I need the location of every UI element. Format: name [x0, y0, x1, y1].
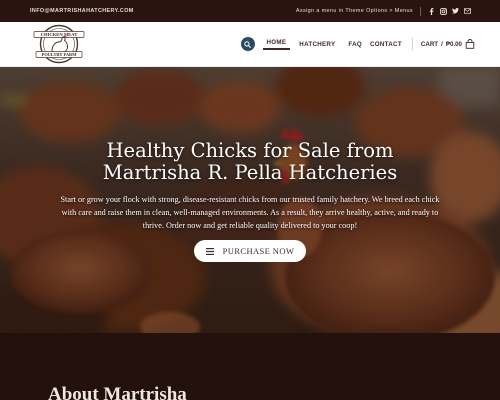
purchase-now-button[interactable]: PURCHASE NOW — [193, 240, 307, 262]
facebook-icon[interactable] — [428, 7, 435, 15]
search-icon — [244, 40, 251, 48]
menu-lines-icon — [205, 247, 214, 255]
top-bar-right: Assign a menu in Theme Options > Menus — [295, 6, 471, 16]
cart-separator: / — [441, 40, 443, 48]
cart-total: ₱0.00 — [445, 40, 462, 48]
top-bar: INFO@MARTRISHAHATCHERY.COM Assign a menu… — [0, 0, 500, 22]
logo-top-text: CHICKEN MEAT — [41, 32, 78, 37]
menu-notice: Assign a menu in Theme Options > Menus — [295, 8, 413, 14]
nav-faq[interactable]: FAQ — [344, 41, 366, 48]
nav-contact[interactable]: CONTACT — [366, 41, 406, 48]
cart-icon — [465, 39, 475, 49]
top-bar-divider — [420, 6, 421, 16]
chicken-meat-logo[interactable]: CHICKEN MEAT POULTRY FARM — [30, 24, 88, 64]
site-header: CHICKEN MEAT POULTRY FARM HOME HATCHERY … — [0, 22, 500, 67]
hero-section: Healthy Chicks for Sale from Martrisha R… — [0, 67, 500, 333]
hero-title: Healthy Chicks for Sale from Martrisha R… — [0, 140, 500, 184]
cart-label: CART — [420, 40, 439, 48]
hero-title-line-2: Martrisha R. Pella Hatcheries — [102, 161, 398, 184]
main-nav: HOME HATCHERY FAQ CONTACT CART / ₱0.00 — [240, 22, 475, 66]
instagram-icon[interactable] — [440, 7, 447, 15]
hero-title-line-1: Healthy Chicks for Sale from — [106, 139, 394, 162]
about-section: About Martrisha — [0, 333, 500, 400]
hero-content: Healthy Chicks for Sale from Martrisha R… — [0, 140, 500, 262]
cart-link[interactable]: CART / ₱0.00 — [421, 39, 475, 49]
contact-email-link[interactable]: INFO@MARTRISHAHATCHERY.COM — [30, 8, 134, 14]
email-icon[interactable] — [464, 8, 471, 15]
hero-description: Start or grow your flock with strong, di… — [60, 195, 440, 230]
logo-bottom-text: POULTRY FARM — [42, 52, 78, 57]
about-title: About Martrisha — [48, 384, 187, 400]
purchase-now-label: PURCHASE NOW — [222, 246, 295, 256]
search-button[interactable] — [240, 37, 255, 51]
nav-hatchery[interactable]: HATCHERY — [295, 41, 339, 48]
nav-divider — [411, 38, 413, 50]
nav-home[interactable]: HOME — [262, 39, 291, 50]
twitter-icon[interactable] — [452, 8, 459, 15]
